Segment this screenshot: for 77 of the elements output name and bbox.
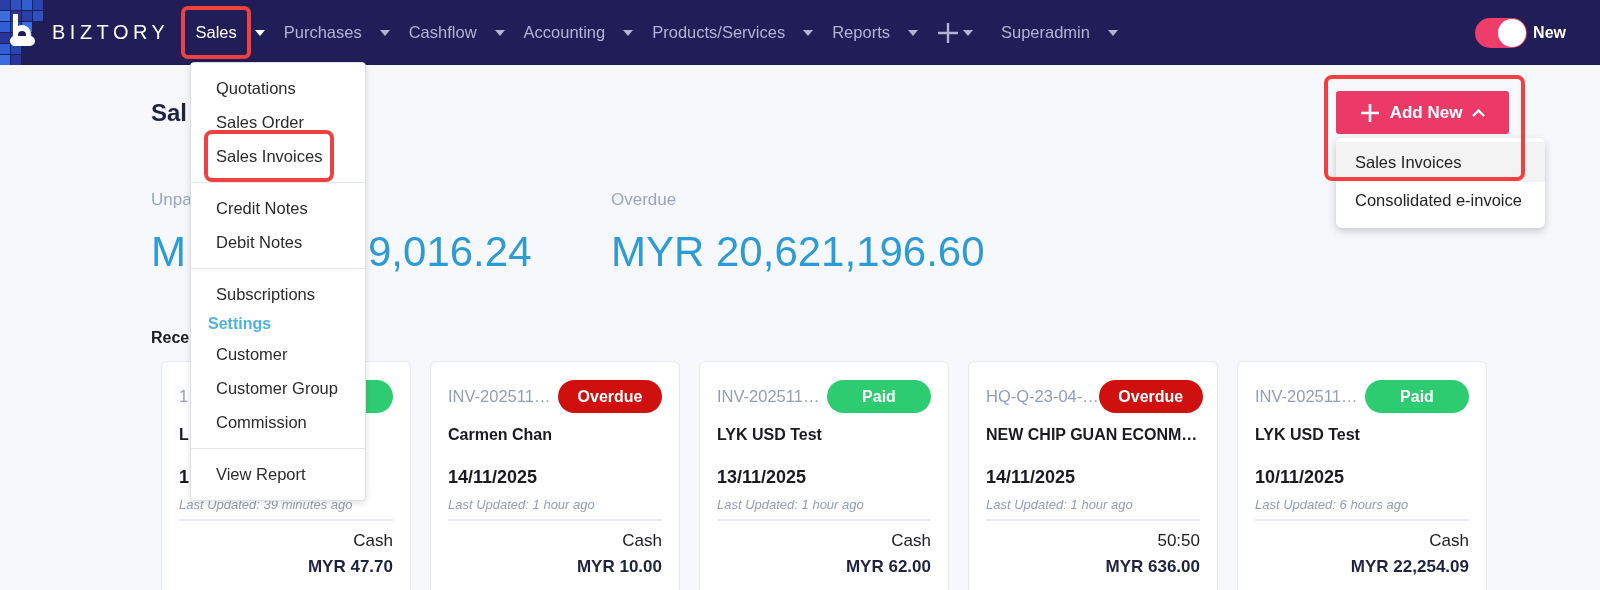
status-badge: Overdue	[1098, 380, 1203, 413]
stat-label: Overdue	[611, 190, 677, 209]
nav-menu-item[interactable]: Sales	[181, 6, 251, 59]
invoice-number: INV-202511…	[717, 387, 820, 406]
add-new-button[interactable]: Add New	[1336, 91, 1509, 134]
menu-item[interactable]: Quotations	[204, 71, 308, 105]
nav-menu-item[interactable]: Products/Services	[638, 6, 800, 59]
nav-menu-item[interactable]: Purchases	[269, 6, 376, 59]
nav-menu-item[interactable]: Accounting	[509, 6, 620, 59]
customer-name: LYK USD Test	[1255, 426, 1360, 443]
invoice-total: MYR 22,254.09	[1350, 556, 1469, 578]
last-updated-text: Last Updated: 6 hours ago	[1255, 497, 1409, 512]
payment-term: Cash	[891, 530, 931, 552]
caret-icon	[1107, 29, 1118, 36]
customer-name: LYK USD Test	[717, 426, 822, 443]
dropdown-option[interactable]: Consolidated e-invoice	[1336, 182, 1545, 218]
chevron-up-icon	[1472, 108, 1486, 117]
menu-item[interactable]: Commission	[204, 405, 319, 439]
status-badge: Paid	[1365, 380, 1469, 413]
stat-label: Unpa	[151, 190, 192, 209]
page-title: Sal	[151, 98, 188, 127]
caret-icon	[254, 29, 265, 36]
menu-item[interactable]: View Report	[204, 457, 318, 491]
menu-item[interactable]: Subscriptions	[204, 277, 328, 311]
invoice-number: 1	[179, 387, 189, 406]
nav-menu-item[interactable]: Reports	[818, 6, 904, 59]
caret-icon	[623, 29, 634, 36]
menu-item[interactable]: Credit Notes	[204, 191, 320, 225]
last-updated-text: Last Updated: 1 hour ago	[717, 497, 864, 512]
caret-icon	[907, 29, 918, 36]
invoice-number: INV-202511…	[448, 387, 551, 406]
stat-amount: 9,016.24	[368, 227, 532, 277]
invoice-total: MYR 62.00	[845, 556, 931, 578]
invoice-date: 1	[179, 467, 189, 487]
section-heading: Rece	[151, 329, 190, 346]
dropdown-option[interactable]: Sales Invoices	[1336, 142, 1545, 182]
invoice-total: MYR 47.70	[307, 556, 393, 578]
menu-item[interactable]: Sales Invoices	[204, 130, 335, 182]
invoice-card[interactable]: INV-202511… Overdue Carmen Chan 14/11/2025 Last Updated: 1 hour ago Cash MYR 10.00	[430, 361, 680, 590]
invoice-date: 10/11/2025	[1255, 467, 1345, 487]
invoice-date: 14/11/2025	[986, 467, 1076, 487]
invoice-date: 13/11/2025	[717, 467, 807, 487]
payment-term: Cash	[622, 530, 662, 552]
caret-icon	[962, 29, 973, 36]
invoice-number: INV-202511…	[1255, 387, 1358, 406]
caret-icon	[379, 29, 390, 36]
last-updated-text: Last Updated: 1 hour ago	[448, 497, 595, 512]
customer-name: Carmen Chan	[448, 426, 553, 443]
invoice-total: MYR 10.00	[576, 556, 662, 578]
payment-term: 50:50	[1157, 530, 1200, 552]
stat-amount: M	[151, 227, 186, 277]
invoice-number: HQ-Q-23-04-…	[986, 387, 1099, 406]
nav-menu-item[interactable]: Superadmin	[986, 6, 1104, 59]
invoice-card[interactable]: INV-202511… Paid LYK USD Test 10/11/2025 Last Updated: 6 hours ago Cash MYR 22,254.09	[1237, 361, 1487, 590]
brand-name: BIZTORY	[52, 21, 170, 44]
invoice-date: 14/11/2025	[448, 467, 538, 487]
payment-term: Cash	[1429, 530, 1469, 552]
nav-menu-item[interactable]: Cashflow	[394, 6, 491, 59]
invoice-total: MYR 636.00	[1105, 556, 1200, 578]
caret-icon	[494, 29, 505, 36]
stat-amount: MYR 20,621,196.60	[611, 227, 985, 277]
invoice-card[interactable]: HQ-Q-23-04-… Overdue NEW CHIP GUAN ECONM… 14/11/2025 Last Updated: 1 hour ago 50:50 MYR 636.00	[968, 361, 1218, 590]
menu-item[interactable]: Customer Group	[204, 371, 350, 405]
toggle-label: New	[1533, 23, 1566, 42]
plus-icon	[936, 21, 959, 44]
customer-name: L	[179, 426, 189, 443]
toggle-switch[interactable]	[1475, 17, 1528, 48]
invoice-card[interactable]: INV-202511… Paid LYK USD Test 13/11/2025 Last Updated: 1 hour ago Cash MYR 62.00	[699, 361, 949, 590]
plus-icon	[1359, 102, 1380, 123]
last-updated-text: Last Updated: 1 hour ago	[986, 497, 1133, 512]
caret-icon	[803, 29, 814, 36]
menu-item[interactable]: Debit Notes	[204, 225, 315, 259]
status-badge: Overdue	[558, 380, 662, 413]
status-badge: Paid	[827, 380, 931, 413]
menu-heading: Settings	[208, 314, 272, 334]
payment-term: Cash	[353, 530, 393, 552]
customer-name: NEW CHIP GUAN ECONM…	[986, 426, 1198, 443]
